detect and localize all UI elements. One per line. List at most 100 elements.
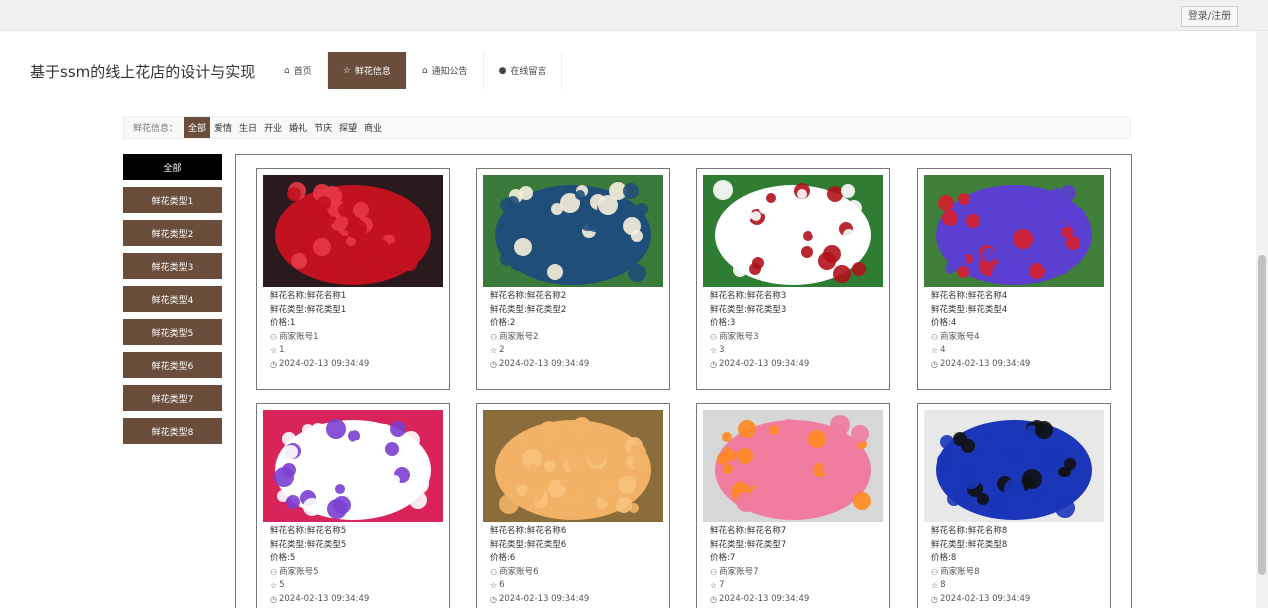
sidebar: 全部鲜花类型1 鲜花类型2 鲜花类型3 鲜花类型4 鲜花类型5 鲜花类型6 鲜花类型7 鲜花类… — [123, 154, 222, 451]
product-image[interactable] — [483, 175, 663, 287]
star-icon: ☆ — [710, 581, 718, 590]
sidebar-item-7[interactable]: 鲜花类型7 — [123, 385, 222, 411]
star-icon: ☆ — [270, 346, 278, 355]
user-icon: ⚇ — [710, 567, 718, 577]
star-icon: ☆ — [490, 581, 498, 590]
site-title: 基于ssm的线上花店的设计与实现 — [30, 63, 256, 81]
filter-tag-4[interactable]: 婚礼 — [286, 118, 310, 137]
product-likes-value: 6 — [499, 580, 505, 590]
product-card[interactable]: 鲜花名称:鲜花名称3 鲜花类型:鲜花类型3 价格:3 ⚇ 商家账号3 ☆ 3 ◷ 2024-02… — [696, 168, 890, 390]
product-card[interactable]: 鲜花名称:鲜花名称1 鲜花类型:鲜花类型1 价格:1 ⚇ 商家账号1 ☆ 1 ◷ 2024-02… — [256, 168, 450, 390]
clock-icon: ◷ — [931, 359, 938, 369]
clock-icon: ◷ — [270, 594, 277, 604]
login-register-button[interactable]: 登录/注册 — [1181, 6, 1238, 27]
product-type: 鲜花类型:鲜花类型6 — [490, 539, 567, 550]
product-time: ◷ 2024-02-13 09:34:49 — [270, 593, 369, 607]
nav-item-2[interactable]: ⌂ 通知公告 — [407, 52, 484, 89]
nav-label: 在线留言 — [510, 67, 547, 77]
scrollbar-thumb[interactable] — [1258, 255, 1266, 575]
page-scrollbar[interactable] — [1256, 31, 1268, 608]
nav-label: 鲜花信息 — [354, 67, 391, 77]
product-info: 鲜花名称:鲜花名称4 鲜花类型:鲜花类型4 价格:4 ⚇ 商家账号4 ☆ 4 ◷ 2024-02… — [931, 290, 1030, 371]
product-name: 鲜花名称:鲜花名称6 — [490, 526, 567, 536]
product-card[interactable]: 鲜花名称:鲜花名称7 鲜花类型:鲜花类型7 价格:7 ⚇ 商家账号7 ☆ 7 ◷ 2024-02… — [696, 403, 890, 608]
filter-tag-3[interactable]: 开业 — [261, 118, 285, 137]
filter-tag-6[interactable]: 探望 — [336, 118, 360, 137]
home-icon: ⌂ — [284, 65, 290, 76]
sidebar-item-8[interactable]: 鲜花类型8 — [123, 418, 222, 444]
product-image[interactable] — [703, 175, 883, 287]
product-card[interactable]: 鲜花名称:鲜花名称8 鲜花类型:鲜花类型8 价格:8 ⚇ 商家账号8 ☆ 8 ◷ 2024-02… — [917, 403, 1111, 608]
filter-tag-5[interactable]: 节庆 — [311, 118, 335, 137]
product-card[interactable]: 鲜花名称:鲜花名称5 鲜花类型:鲜花类型5 价格:5 ⚇ 商家账号5 ☆ 5 ◷ 2024-02… — [256, 403, 450, 608]
product-name: 鲜花名称:鲜花名称3 — [710, 291, 787, 301]
clock-icon: ◷ — [270, 359, 277, 369]
filter-tag-1[interactable]: 爱情 — [211, 118, 235, 137]
product-likes: ☆ 6 — [490, 579, 589, 593]
filter-tag-2[interactable]: 生日 — [236, 118, 260, 137]
product-likes: ☆ 1 — [270, 344, 369, 358]
product-name: 鲜花名称:鲜花名称2 — [490, 291, 567, 301]
sidebar-item-5[interactable]: 鲜花类型5 — [123, 319, 222, 345]
product-name: 鲜花名称:鲜花名称5 — [270, 526, 347, 536]
product-grid: 鲜花名称:鲜花名称1 鲜花类型:鲜花类型1 价格:1 ⚇ 商家账号1 ☆ 1 ◷ 2024-02… — [235, 154, 1132, 608]
product-info: 鲜花名称:鲜花名称5 鲜花类型:鲜花类型5 价格:5 ⚇ 商家账号5 ☆ 5 ◷ 2024-02… — [270, 525, 369, 606]
product-likes: ☆ 3 — [710, 344, 809, 358]
product-image[interactable] — [703, 410, 883, 522]
product-image[interactable] — [924, 175, 1104, 287]
product-price: 价格:7 — [710, 553, 736, 563]
product-card[interactable]: 鲜花名称:鲜花名称6 鲜花类型:鲜花类型6 价格:6 ⚇ 商家账号6 ☆ 6 ◷ 2024-02… — [476, 403, 670, 608]
star-icon: ☆ — [270, 581, 278, 590]
category-filter-bar: 鲜花信息： 全部 爱情 生日 开业 婚礼 节庆 探望 商业 — [123, 116, 1131, 139]
product-time-value: 2024-02-13 09:34:49 — [718, 593, 810, 604]
product-name: 鲜花名称:鲜花名称7 — [710, 526, 787, 536]
product-image[interactable] — [483, 410, 663, 522]
filter-tag-7[interactable]: 商业 — [361, 118, 385, 137]
product-likes-value: 1 — [279, 345, 285, 355]
product-merchant-value: 商家账号2 — [499, 331, 539, 342]
sidebar-item-4[interactable]: 鲜花类型4 — [123, 286, 222, 312]
sidebar-item-2[interactable]: 鲜花类型2 — [123, 220, 222, 246]
clock-icon: ◷ — [931, 594, 938, 604]
product-merchant: ⚇ 商家账号6 — [490, 566, 589, 580]
product-price: 价格:3 — [710, 318, 736, 328]
user-icon: ⚇ — [931, 332, 939, 342]
product-time: ◷ 2024-02-13 09:34:49 — [710, 593, 809, 607]
product-image[interactable] — [924, 410, 1104, 522]
product-info: 鲜花名称:鲜花名称7 鲜花类型:鲜花类型7 价格:7 ⚇ 商家账号7 ☆ 7 ◷ 2024-02… — [710, 525, 809, 606]
product-likes: ☆ 8 — [931, 579, 1030, 593]
product-info: 鲜花名称:鲜花名称6 鲜花类型:鲜花类型6 价格:6 ⚇ 商家账号6 ☆ 6 ◷ 2024-02… — [490, 525, 589, 606]
nav-item-1[interactable]: ☆ 鲜花信息 — [327, 52, 407, 89]
product-likes: ☆ 2 — [490, 344, 589, 358]
star-icon: ☆ — [931, 346, 939, 355]
user-icon: ⚇ — [270, 332, 278, 342]
sidebar-item-3[interactable]: 鲜花类型3 — [123, 253, 222, 279]
sidebar-item-6[interactable]: 鲜花类型6 — [123, 352, 222, 378]
product-price: 价格:8 — [931, 553, 957, 563]
sidebar-item-0[interactable]: 全部 — [123, 154, 222, 180]
nav-item-3[interactable]: ● 在线留言 — [484, 52, 563, 89]
user-icon: ⚇ — [270, 567, 278, 577]
product-card[interactable]: 鲜花名称:鲜花名称2 鲜花类型:鲜花类型2 价格:2 ⚇ 商家账号2 ☆ 2 ◷ 2024-02… — [476, 168, 670, 390]
nav-item-0[interactable]: ⌂ 首页 — [269, 52, 328, 89]
product-time: ◷ 2024-02-13 09:34:49 — [270, 358, 369, 372]
product-likes: ☆ 4 — [931, 344, 1030, 358]
user-icon: ⚇ — [710, 332, 718, 342]
product-image[interactable] — [263, 175, 443, 287]
product-type: 鲜花类型:鲜花类型5 — [270, 539, 347, 550]
sidebar-item-1[interactable]: 鲜花类型1 — [123, 187, 222, 213]
product-price: 价格:4 — [931, 318, 957, 328]
filter-tag-0[interactable]: 全部 — [184, 117, 211, 138]
product-likes-value: 5 — [279, 580, 285, 590]
product-likes-value: 8 — [940, 580, 946, 590]
product-merchant: ⚇ 商家账号5 — [270, 566, 369, 580]
product-type: 鲜花类型:鲜花类型7 — [710, 539, 787, 550]
product-time-value: 2024-02-13 09:34:49 — [498, 358, 590, 369]
product-merchant-value: 商家账号4 — [940, 331, 980, 342]
product-type: 鲜花类型:鲜花类型1 — [270, 304, 347, 315]
product-card[interactable]: 鲜花名称:鲜花名称4 鲜花类型:鲜花类型4 价格:4 ⚇ 商家账号4 ☆ 4 ◷ 2024-02… — [917, 168, 1111, 390]
product-time: ◷ 2024-02-13 09:34:49 — [490, 593, 589, 607]
product-merchant: ⚇ 商家账号4 — [931, 331, 1030, 345]
product-type: 鲜花类型:鲜花类型2 — [490, 304, 567, 315]
product-image[interactable] — [263, 410, 443, 522]
